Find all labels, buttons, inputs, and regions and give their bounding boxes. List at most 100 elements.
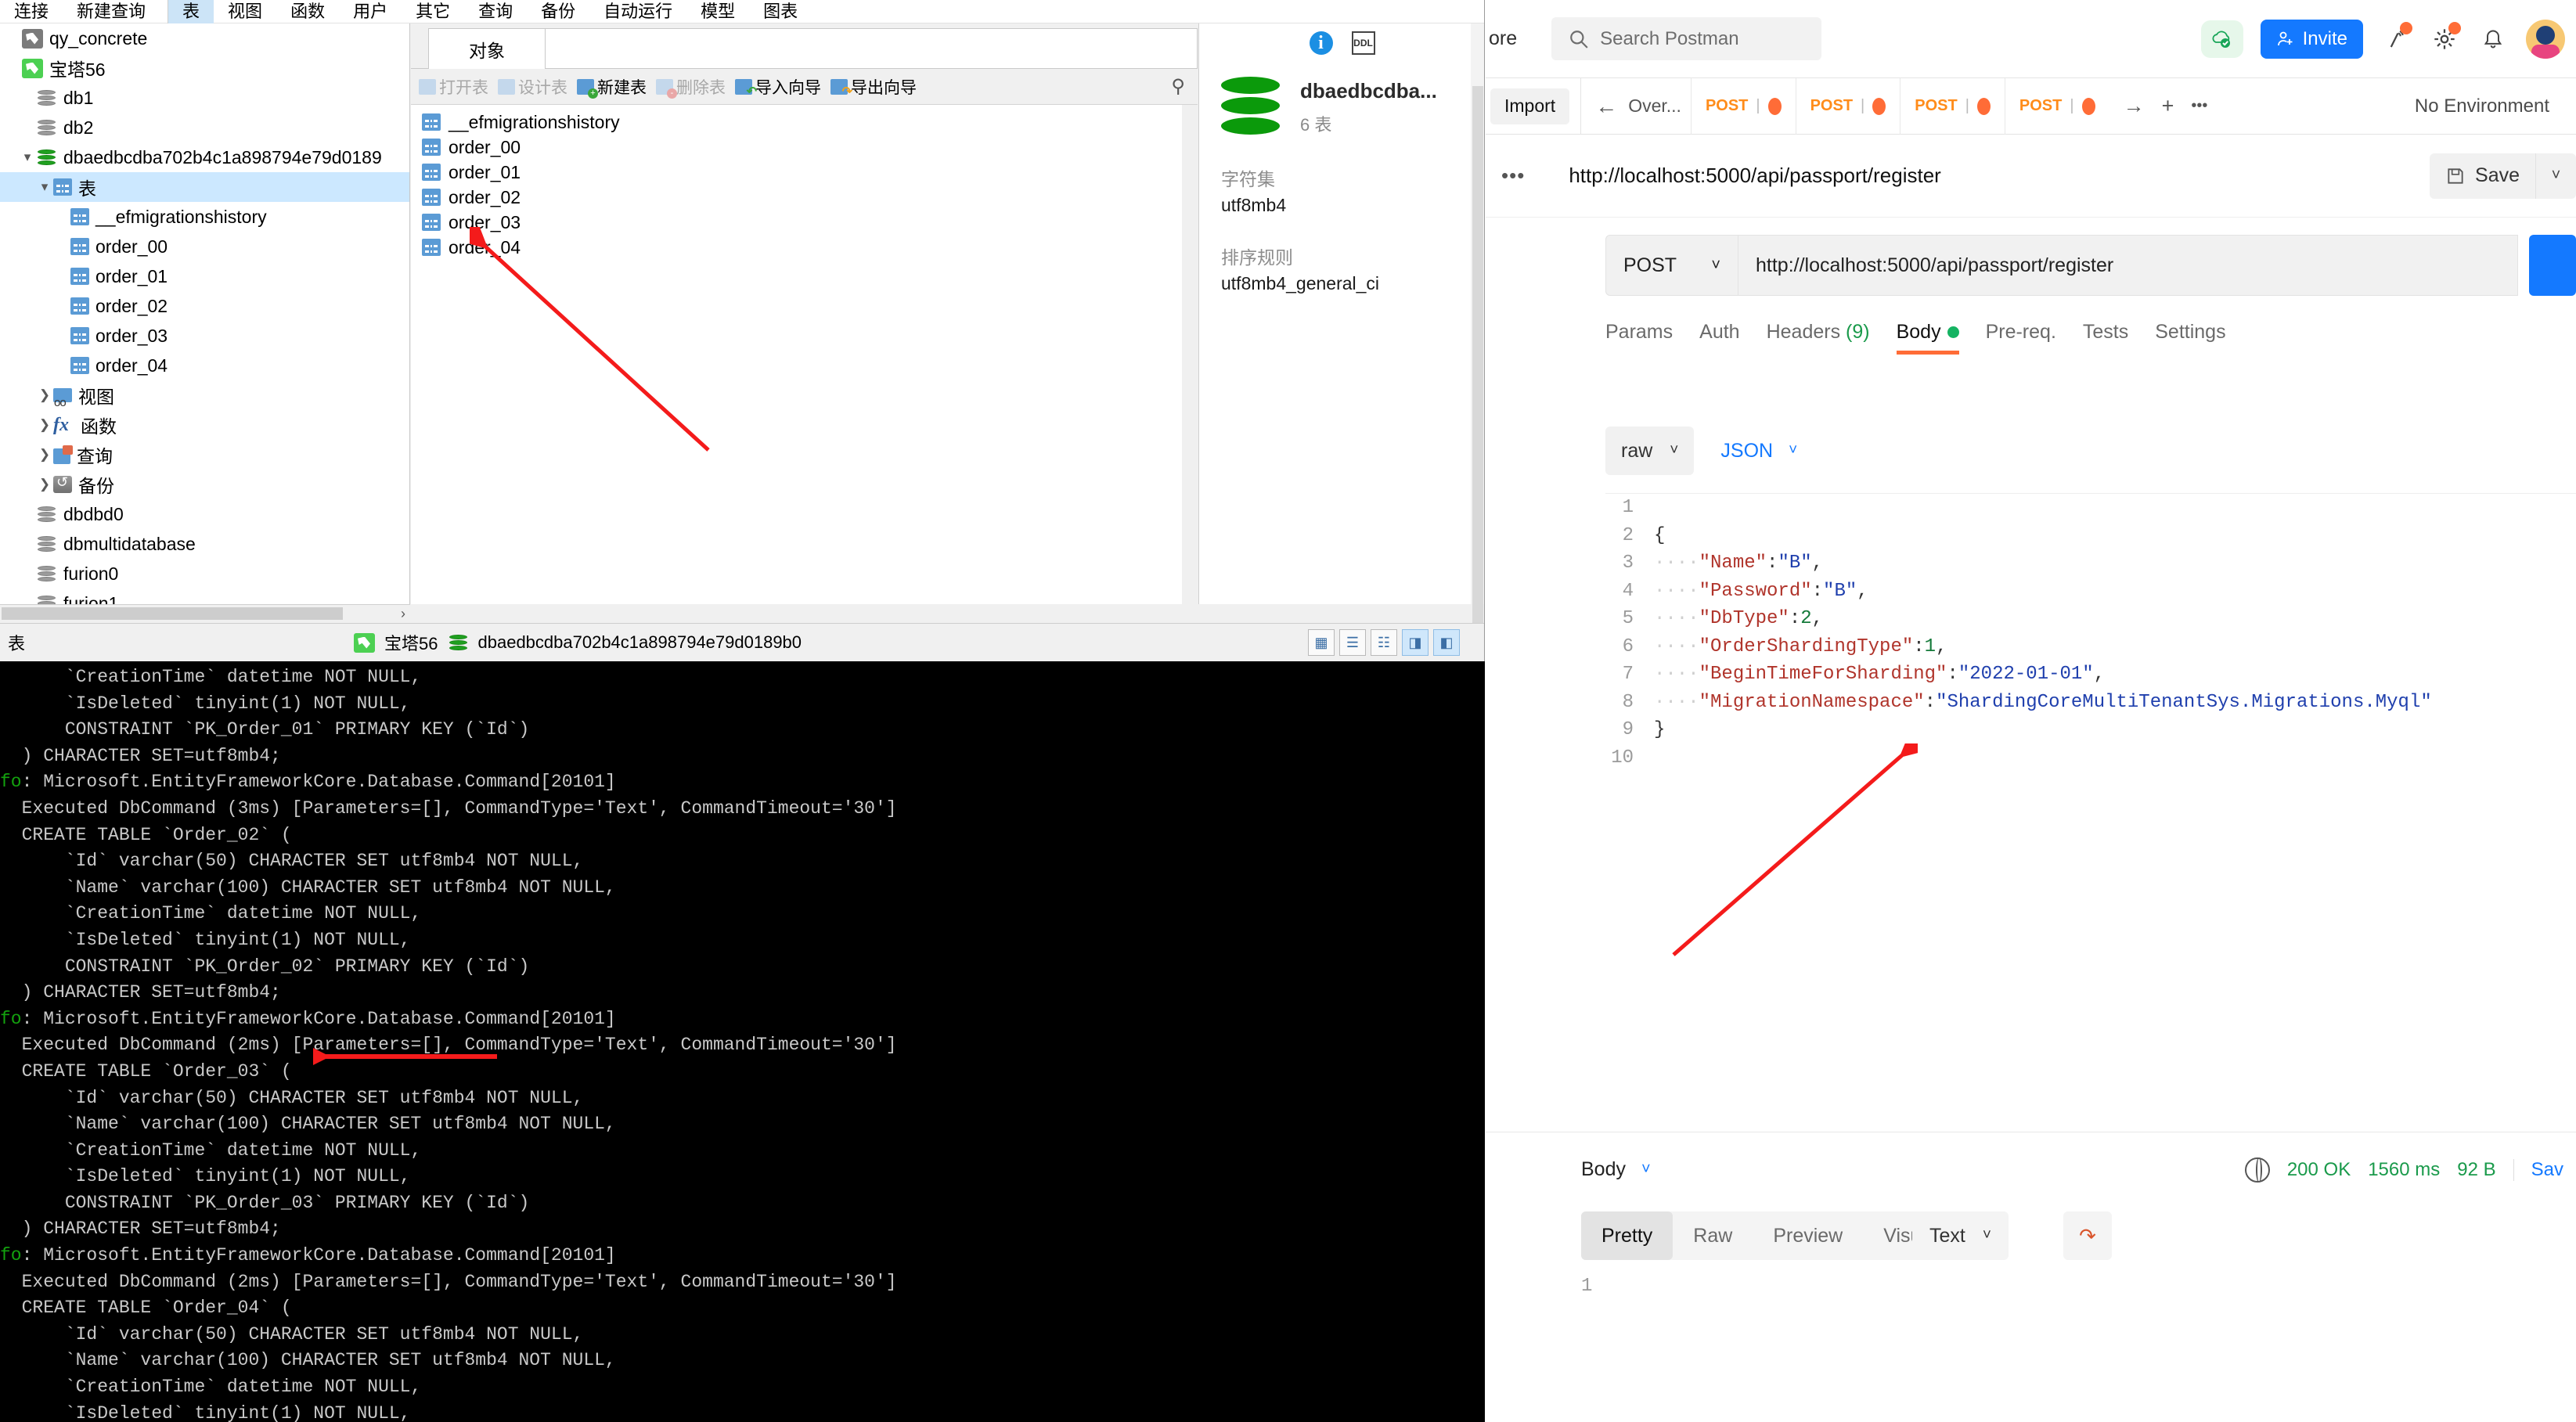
- response-view-raw[interactable]: Raw: [1673, 1211, 1753, 1260]
- info-panel-scrollbar[interactable]: [1471, 23, 1484, 634]
- tree-item-11[interactable]: order_04: [0, 351, 409, 380]
- request-tab-body[interactable]: Body: [1896, 321, 1959, 355]
- chevron-down-icon[interactable]: ▾: [19, 149, 36, 165]
- request-tab-settings[interactable]: Settings: [2155, 321, 2225, 355]
- settings-gear-icon[interactable]: [2429, 21, 2461, 55]
- search-icon[interactable]: ⚲: [1171, 75, 1185, 98]
- detail-view-button[interactable]: ☷: [1371, 629, 1397, 656]
- body-format-select[interactable]: JSON ˅: [1720, 440, 1797, 463]
- wrap-lines-button[interactable]: ↷: [2063, 1211, 2112, 1260]
- response-view-preview[interactable]: Preview: [1753, 1211, 1863, 1260]
- forward-arrow-icon[interactable]: →: [2124, 94, 2145, 118]
- response-format-select[interactable]: Text ˅: [1912, 1211, 2009, 1260]
- toolbar-new-table-button[interactable]: + 新建表: [577, 75, 647, 99]
- chevron-right-icon[interactable]: ❯: [36, 417, 53, 433]
- overview-tab[interactable]: Over...: [1628, 95, 1681, 117]
- tree-item-10[interactable]: order_03: [0, 321, 409, 351]
- save-options-chevron-down-icon[interactable]: ˅: [2535, 153, 2576, 199]
- request-tab-prereq[interactable]: Pre-req.: [1986, 321, 2056, 355]
- info-icon[interactable]: i: [1309, 31, 1333, 55]
- menu-item-9[interactable]: 自动运行: [589, 0, 686, 23]
- avatar[interactable]: [2526, 19, 2565, 59]
- more-menu-label[interactable]: ore: [1489, 27, 1517, 50]
- ddl-icon[interactable]: DDL: [1351, 31, 1375, 55]
- collection-more-icon[interactable]: •••: [1501, 164, 1525, 188]
- request-tab-params[interactable]: Params: [1605, 321, 1673, 355]
- url-input[interactable]: http://localhost:5000/api/passport/regis…: [1738, 235, 2518, 296]
- new-tab-plus-icon[interactable]: +: [2162, 94, 2174, 118]
- invite-button[interactable]: Invite: [2260, 19, 2363, 59]
- tree-item-16[interactable]: dbdbd0: [0, 499, 409, 529]
- tree-item-1[interactable]: 宝塔56: [0, 53, 409, 83]
- object-list-item[interactable]: __efmigrationshistory: [411, 110, 1198, 135]
- import-button[interactable]: Import: [1490, 88, 1570, 124]
- request-tab-auth[interactable]: Auth: [1699, 321, 1739, 355]
- toolbar-export-wizard-button[interactable]: ↷ 导出向导: [830, 75, 917, 99]
- toolbar-open-table-button[interactable]: 打开表: [419, 75, 488, 99]
- tree-item-19[interactable]: furion1: [0, 589, 409, 604]
- menu-item-8[interactable]: 备份: [527, 0, 589, 23]
- chevron-right-icon[interactable]: ❯: [36, 387, 53, 403]
- tree-item-15[interactable]: ❯ 备份: [0, 470, 409, 499]
- tree-item-9[interactable]: order_02: [0, 291, 409, 321]
- menu-item-0[interactable]: 连接: [0, 0, 63, 23]
- list-view-button[interactable]: ☰: [1339, 629, 1366, 656]
- body-mode-select[interactable]: raw ˅: [1605, 427, 1695, 475]
- tree-item-5[interactable]: ▾ 表: [0, 172, 409, 202]
- object-list[interactable]: __efmigrationshistory order_00 order_01 ord…: [411, 105, 1198, 604]
- save-response-button[interactable]: Sav: [2513, 1158, 2563, 1181]
- navicat-connection-tree[interactable]: qy_concrete 宝塔56 db1 db2 ▾ dbaedbcdba702b4c1a…: [0, 23, 410, 604]
- toolbar-import-wizard-button[interactable]: ↶ 导入向导: [735, 75, 821, 99]
- tree-item-2[interactable]: db1: [0, 83, 409, 113]
- scroll-thumb[interactable]: [2, 607, 343, 620]
- response-body-selector[interactable]: Body ˅: [1581, 1158, 1651, 1181]
- broadcast-icon[interactable]: [2380, 21, 2412, 55]
- request-tab-1[interactable]: POST |: [1795, 77, 1900, 135]
- tree-item-13[interactable]: ❯ fx 函数: [0, 410, 409, 440]
- object-list-item[interactable]: order_00: [411, 135, 1198, 160]
- object-list-item[interactable]: order_02: [411, 185, 1198, 210]
- response-view-pretty[interactable]: Pretty: [1581, 1211, 1673, 1260]
- object-list-item[interactable]: order_03: [411, 210, 1198, 235]
- search-input[interactable]: Search Postman: [1551, 17, 1822, 60]
- tab-more-icon[interactable]: •••: [2191, 97, 2207, 115]
- chevron-right-icon[interactable]: ❯: [36, 477, 53, 492]
- tree-item-6[interactable]: __efmigrationshistory: [0, 202, 409, 232]
- chevron-right-icon[interactable]: ❯: [36, 447, 53, 463]
- tree-item-3[interactable]: db2: [0, 113, 409, 142]
- menu-item-3[interactable]: 视图: [214, 0, 276, 23]
- tree-item-8[interactable]: order_01: [0, 261, 409, 291]
- request-body-editor[interactable]: 1 2{3 ····"Name":"B", 4 ····"Password":"B", 5…: [1605, 493, 2576, 1127]
- save-button[interactable]: Save: [2430, 153, 2535, 199]
- tree-item-18[interactable]: furion0: [0, 559, 409, 589]
- tree-item-12[interactable]: ❯ 视图: [0, 380, 409, 410]
- request-tab-3[interactable]: POST |: [2004, 77, 2109, 135]
- menu-item-5[interactable]: 用户: [339, 0, 402, 23]
- object-list-scrollbar[interactable]: [1182, 105, 1198, 604]
- environment-selector[interactable]: No Environment: [2415, 95, 2549, 117]
- chevron-down-icon[interactable]: ▾: [36, 179, 53, 195]
- tree-item-7[interactable]: order_00: [0, 232, 409, 261]
- request-tab-headers[interactable]: Headers (9): [1767, 321, 1870, 355]
- menu-item-1[interactable]: 新建查询: [63, 0, 160, 23]
- tree-item-0[interactable]: qy_concrete: [0, 23, 409, 53]
- request-tab-2[interactable]: POST |: [1900, 77, 2005, 135]
- tree-item-14[interactable]: ❯ 查询: [0, 440, 409, 470]
- http-method-select[interactable]: POST ˅: [1605, 235, 1738, 296]
- split-vertical-button[interactable]: ◨: [1402, 629, 1429, 656]
- notifications-bell-icon[interactable]: [2477, 23, 2509, 55]
- request-tab-tests[interactable]: Tests: [2083, 321, 2128, 355]
- request-tab-0[interactable]: POST |: [1690, 77, 1796, 135]
- menu-item-7[interactable]: 查询: [464, 0, 527, 23]
- tree-horizontal-scrollbar[interactable]: ›: [0, 604, 410, 621]
- menu-item-2[interactable]: 表: [168, 0, 214, 23]
- send-button[interactable]: [2529, 235, 2576, 296]
- tree-item-4[interactable]: ▾ dbaedbcdba702b4c1a898794e79d0189: [0, 142, 409, 172]
- cloud-sync-icon[interactable]: [2200, 20, 2243, 58]
- object-list-item[interactable]: order_01: [411, 160, 1198, 185]
- menu-item-11[interactable]: 图表: [749, 0, 812, 23]
- back-arrow-icon[interactable]: ←: [1595, 94, 1617, 119]
- tree-item-17[interactable]: dbmultidatabase: [0, 529, 409, 559]
- tab-objects[interactable]: 对象: [428, 28, 546, 69]
- chevron-right-icon[interactable]: ›: [401, 606, 405, 622]
